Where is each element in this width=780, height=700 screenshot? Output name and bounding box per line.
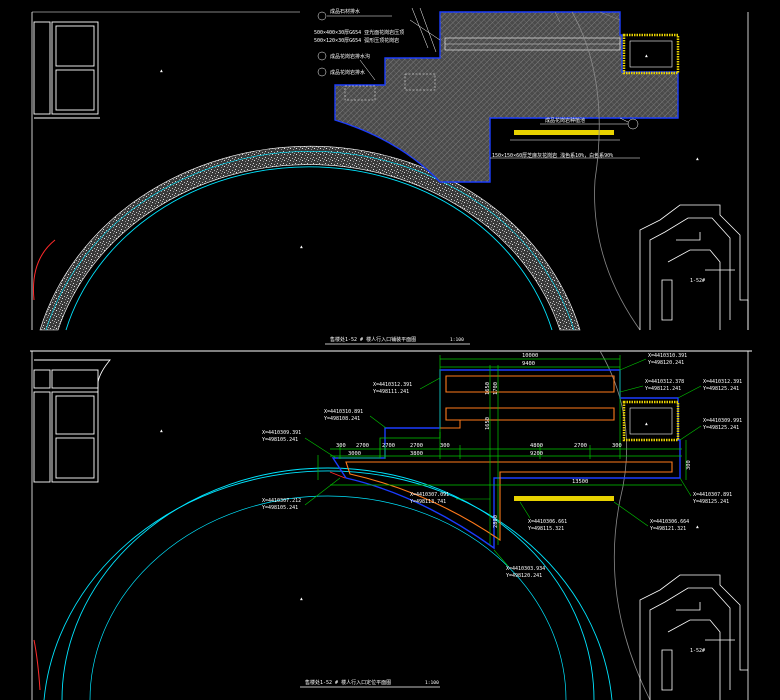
coordinate-callouts: X=4410310.391 Y=498120.241 X=4410312.391… bbox=[262, 353, 742, 579]
planter-top: ▲ bbox=[622, 33, 680, 75]
svg-text:X=4410312.391: X=4410312.391 bbox=[703, 379, 742, 385]
building-label: 1-52# bbox=[690, 648, 705, 654]
svg-text:Y=498125.241: Y=498125.241 bbox=[703, 386, 739, 392]
marker: ▲ bbox=[696, 525, 699, 530]
coord-label: X=4410303.934 Y=498120.241 bbox=[493, 549, 545, 579]
building-outline-bottom bbox=[639, 574, 748, 700]
building-block-left-bottom bbox=[33, 359, 111, 483]
dim-text: 2700 bbox=[410, 443, 423, 449]
svg-text:Y=498115.321: Y=498115.321 bbox=[528, 526, 564, 532]
callout-text: 成品石材排水 bbox=[330, 8, 360, 15]
coord-label: X=4410306.664 Y=498121.321 bbox=[613, 501, 689, 532]
entrance-outline bbox=[329, 369, 681, 550]
svg-text:X=4410306.664: X=4410306.664 bbox=[650, 519, 689, 525]
dim-text: 300 bbox=[336, 443, 346, 449]
svg-text:X=4410312.391: X=4410312.391 bbox=[373, 382, 412, 388]
plan-title: 售楼处1-52 # 楼人行入口定位平面图 bbox=[305, 679, 391, 686]
svg-text:Y=498125.241: Y=498125.241 bbox=[693, 499, 729, 505]
dim-text: 3000 bbox=[348, 451, 361, 457]
coord-label: X=4410307.212 Y=498105.241 bbox=[262, 477, 341, 511]
svg-text:X=4410303.934: X=4410303.934 bbox=[506, 566, 545, 572]
drain-strip-bottom bbox=[514, 496, 614, 501]
circular-lawn-bottom bbox=[33, 467, 613, 700]
marker: ▲ bbox=[160, 69, 163, 74]
marker: ▲ bbox=[300, 597, 303, 602]
callout-text: 500×120×30厚G654 弧形压顶花岗岩 bbox=[314, 37, 399, 44]
dim-text: 13500 bbox=[572, 479, 588, 485]
svg-text:Y=498125.241: Y=498125.241 bbox=[703, 425, 739, 431]
top-plan: ▲ 成品石材排水 500×400×30厚G654 亚光面花岗岩压顶 500×12… bbox=[31, 7, 749, 345]
building-outline-top bbox=[639, 204, 749, 330]
right-callout-text: 成品花岗岩种植池 bbox=[545, 117, 585, 124]
dim-text: 3800 bbox=[410, 451, 423, 457]
svg-text:X=4410306.661: X=4410306.661 bbox=[528, 519, 567, 525]
dim-text: 1650 bbox=[485, 382, 491, 395]
svg-text:X=4410309.991: X=4410309.991 bbox=[703, 418, 742, 424]
plan-scale: 1:100 bbox=[425, 680, 439, 686]
dim-text: 2700 bbox=[356, 443, 369, 449]
dim-text: 2700 bbox=[382, 443, 395, 449]
plan-title: 售楼处1-52 # 楼人行入口铺装平面图 bbox=[330, 336, 416, 343]
dim-text: 300 bbox=[612, 443, 622, 449]
circular-lawn-top bbox=[32, 145, 581, 331]
dim-text: 300 bbox=[440, 443, 450, 449]
callout-text: 成品花岗岩排水沟 bbox=[330, 53, 370, 60]
svg-text:X=4410307.212: X=4410307.212 bbox=[262, 498, 301, 504]
dim-text: 300 bbox=[686, 460, 692, 470]
planter-bottom: ▲ bbox=[622, 400, 680, 442]
marker: ▲ bbox=[696, 157, 699, 162]
dim-text: 1700 bbox=[493, 382, 499, 395]
coord-label: X=4410310.891 Y=498108.241 bbox=[324, 409, 387, 429]
callout-text: 成品花岗岩排水 bbox=[330, 69, 365, 76]
coord-label: X=4410309.991 Y=498125.241 bbox=[679, 418, 742, 441]
svg-text:Y=498111.241: Y=498111.241 bbox=[373, 389, 409, 395]
svg-text:Y=498105.241: Y=498105.241 bbox=[262, 437, 298, 443]
svg-text:X=4410310.391: X=4410310.391 bbox=[648, 353, 687, 359]
coord-label: X=4410306.661 Y=498115.321 bbox=[519, 501, 567, 532]
dim-text: 9200 bbox=[530, 451, 543, 457]
svg-text:Y=498113.741: Y=498113.741 bbox=[410, 499, 446, 505]
cad-drawing: ▲ 成品石材排水 500×400×30厚G654 亚光面花岗岩压顶 500×12… bbox=[30, 7, 752, 700]
coord-label: X=4410312.391 Y=498125.241 bbox=[677, 379, 742, 399]
svg-text:Y=498120.241: Y=498120.241 bbox=[506, 573, 542, 579]
dim-text: 2800 bbox=[493, 515, 499, 528]
cad-drawing-canvas: ▲ 成品石材排水 500×400×30厚G654 亚光面花岗岩压顶 500×12… bbox=[0, 0, 780, 700]
coord-label: X=4410310.391 Y=498120.241 bbox=[619, 353, 687, 371]
dim-text: 10000 bbox=[522, 353, 538, 359]
building-label: 1-52# bbox=[690, 278, 705, 284]
coord-label: X=4410312.391 Y=498111.241 bbox=[373, 377, 441, 395]
svg-text:Y=498120.241: Y=498120.241 bbox=[648, 360, 684, 366]
svg-text:Y=498105.241: Y=498105.241 bbox=[262, 505, 298, 511]
coord-label: X=4410307.891 Y=498125.241 bbox=[679, 477, 732, 505]
coord-label: X=4410312.378 Y=498121.241 bbox=[619, 379, 684, 393]
dim-text: 1650 bbox=[485, 417, 491, 430]
svg-text:X=4410309.391: X=4410309.391 bbox=[262, 430, 301, 436]
plan-scale: 1:100 bbox=[450, 337, 464, 343]
svg-text:Y=498108.241: Y=498108.241 bbox=[324, 416, 360, 422]
svg-text:X=4410307.891: X=4410307.891 bbox=[693, 492, 732, 498]
svg-text:▲: ▲ bbox=[645, 422, 648, 427]
dim-text: 9400 bbox=[522, 361, 535, 367]
svg-text:Y=498121.321: Y=498121.321 bbox=[650, 526, 686, 532]
svg-text:X=4410312.378: X=4410312.378 bbox=[645, 379, 684, 385]
dim-text: 4800 bbox=[530, 443, 543, 449]
svg-text:X=4410307.091: X=4410307.091 bbox=[410, 492, 449, 498]
svg-text:Y=498121.241: Y=498121.241 bbox=[645, 386, 681, 392]
callout-text: 500×400×30厚G654 亚光面花岗岩压顶 bbox=[314, 29, 404, 36]
building-block-left-top bbox=[33, 21, 100, 119]
svg-text:X=4410310.891: X=4410310.891 bbox=[324, 409, 363, 415]
coord-label: X=4410309.391 Y=498105.241 bbox=[262, 430, 337, 459]
svg-text:▲: ▲ bbox=[645, 54, 648, 59]
marker: ▲ bbox=[160, 429, 163, 434]
dim-text: 2700 bbox=[574, 443, 587, 449]
marker: ▲ bbox=[300, 245, 303, 250]
